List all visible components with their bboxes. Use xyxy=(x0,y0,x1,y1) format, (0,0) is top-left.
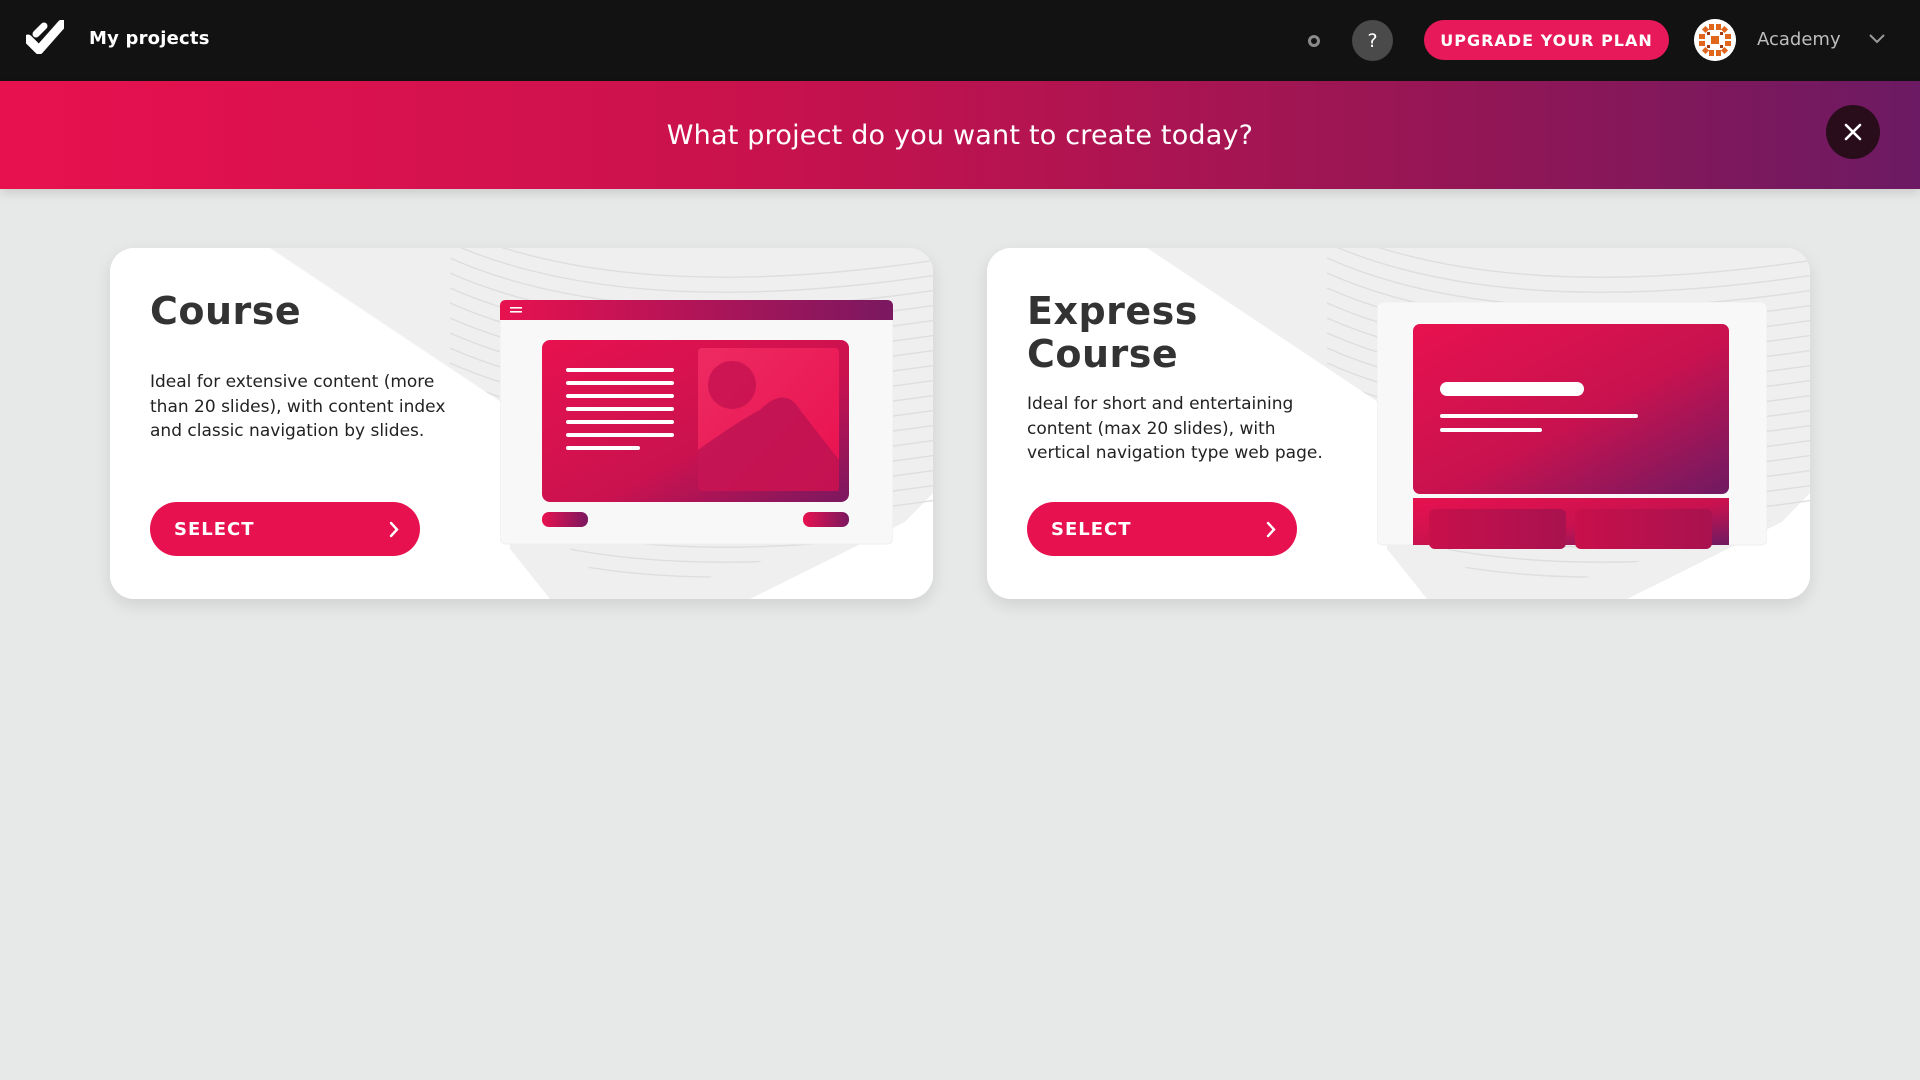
avatar[interactable] xyxy=(1694,19,1736,61)
banner-title: What project do you want to create today… xyxy=(666,120,1254,151)
account-name[interactable]: Academy xyxy=(1757,29,1841,50)
status-dot-icon xyxy=(1308,35,1320,47)
chevron-right-icon xyxy=(1266,521,1276,538)
close-banner-button[interactable] xyxy=(1826,105,1880,159)
help-icon: ? xyxy=(1367,29,1378,52)
course-card[interactable]: Course Ideal for extensive content (more… xyxy=(110,248,933,599)
card-title: Express Course xyxy=(1027,289,1198,376)
select-button-label: SELECT xyxy=(1051,518,1132,540)
check-logo-icon[interactable] xyxy=(26,20,64,54)
select-course-button[interactable]: SELECT xyxy=(150,502,420,556)
top-bar: My projects ? UPGRADE YOUR PLAN Academy xyxy=(0,0,1920,81)
card-description: Ideal for extensive content (more than 2… xyxy=(150,372,446,441)
create-project-banner: What project do you want to create today… xyxy=(0,81,1920,189)
nav-title[interactable]: My projects xyxy=(89,28,210,49)
select-button-label: SELECT xyxy=(174,518,255,540)
chevron-down-icon[interactable] xyxy=(1868,32,1886,46)
course-illustration xyxy=(500,300,893,545)
close-icon xyxy=(1844,123,1862,141)
card-title: Course xyxy=(150,289,302,333)
chevron-right-icon xyxy=(389,521,399,538)
express-course-illustration xyxy=(1377,302,1767,549)
express-course-card[interactable]: Express Course Ideal for short and enter… xyxy=(987,248,1810,599)
select-express-course-button[interactable]: SELECT xyxy=(1027,502,1297,556)
help-button[interactable]: ? xyxy=(1352,20,1393,61)
card-description: Ideal for short and entertaining content… xyxy=(1027,394,1323,463)
upgrade-plan-button[interactable]: UPGRADE YOUR PLAN xyxy=(1424,20,1669,60)
